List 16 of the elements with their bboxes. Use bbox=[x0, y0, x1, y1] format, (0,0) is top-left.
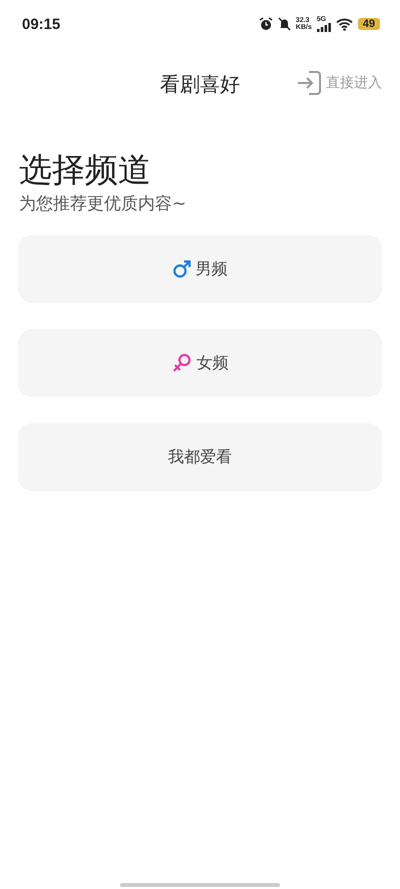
channel-option[interactable]: 我都爱看 bbox=[18, 423, 382, 491]
home-indicator[interactable] bbox=[120, 883, 280, 887]
channel-option[interactable]: 男频 bbox=[18, 235, 382, 303]
male-icon bbox=[172, 260, 190, 278]
signal-icon bbox=[316, 23, 331, 32]
wifi-icon bbox=[336, 18, 353, 30]
bell-muted-icon bbox=[278, 17, 291, 31]
section-heading: 选择频道 bbox=[19, 150, 152, 190]
female-icon bbox=[172, 353, 192, 373]
page-title: 看剧喜好 bbox=[160, 70, 240, 98]
section-subheading: 为您推荐更优质内容~ bbox=[19, 193, 188, 215]
status-time: 09:15 bbox=[22, 16, 60, 32]
channel-option[interactable]: 女频 bbox=[18, 329, 382, 397]
alarm-icon bbox=[258, 17, 273, 31]
battery-level: 49 bbox=[358, 18, 380, 30]
enter-icon bbox=[296, 70, 322, 96]
